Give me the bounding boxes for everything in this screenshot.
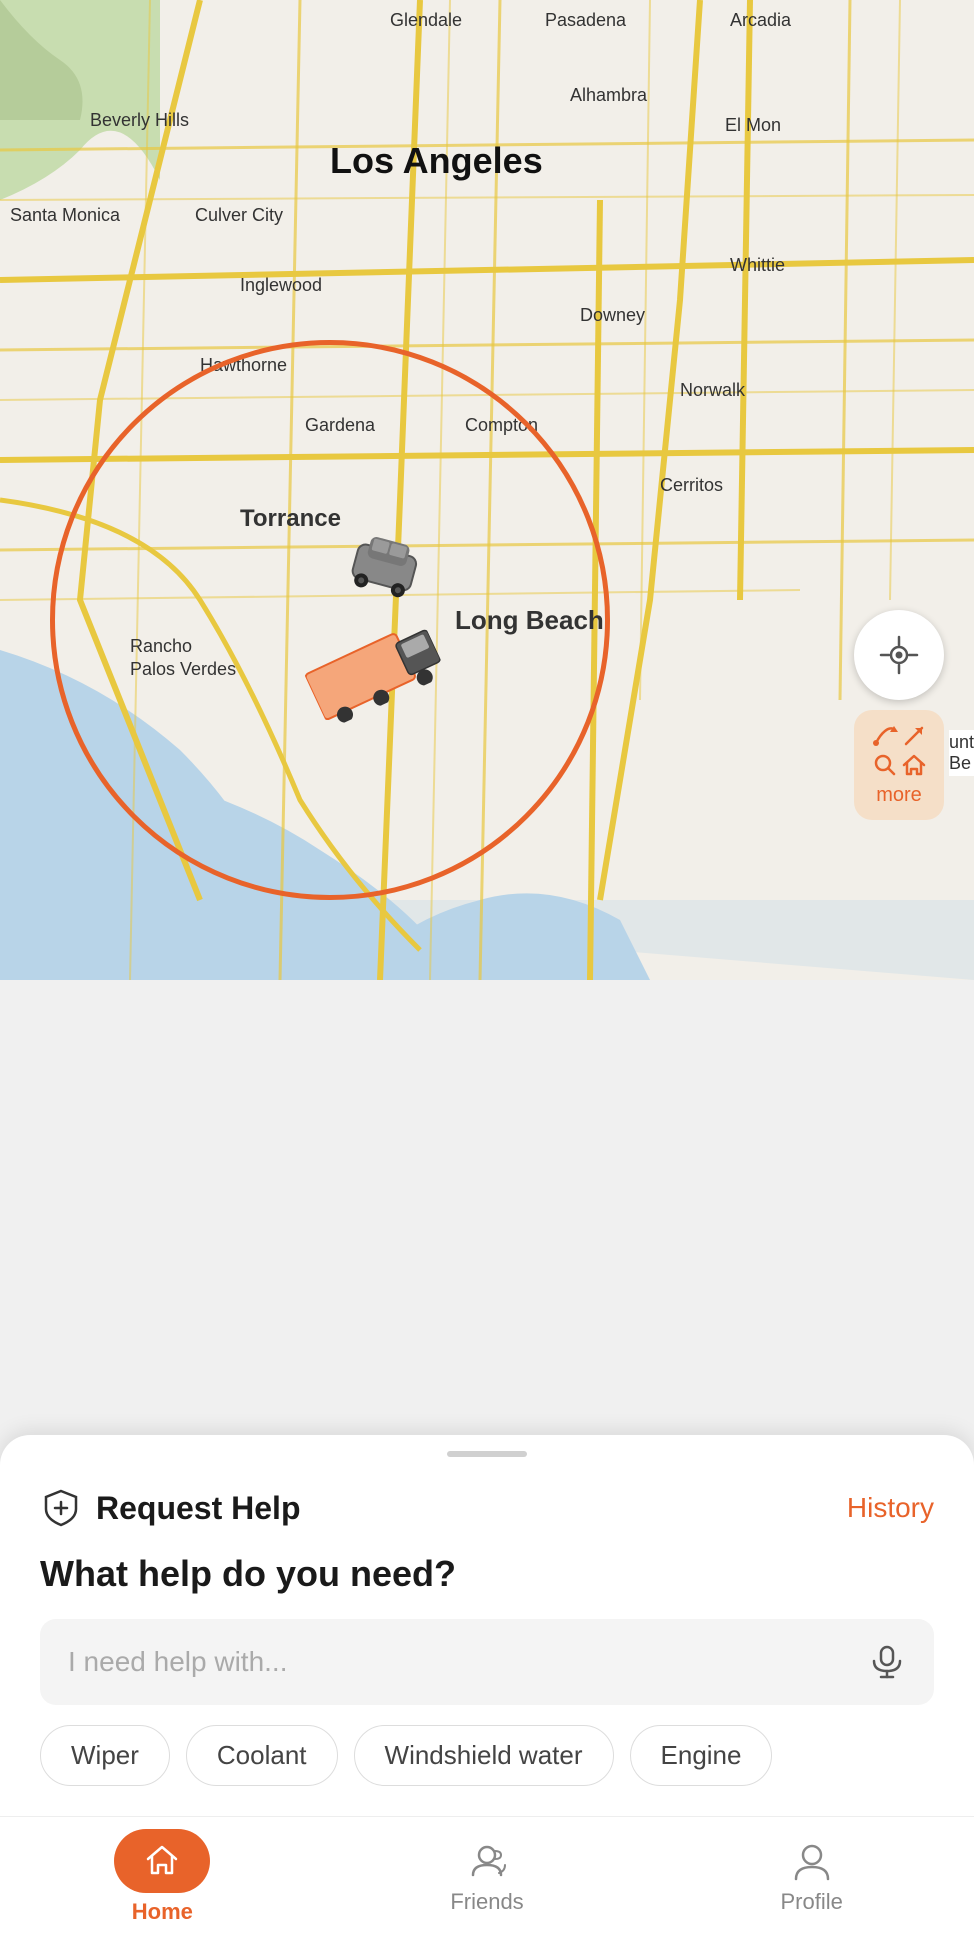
search-box[interactable]: I need help with...: [40, 1619, 934, 1705]
map-container: Glendale Pasadena Arcadia Beverly Hills …: [0, 0, 974, 980]
profile-icon: [790, 1839, 834, 1883]
partial-text: untBe: [949, 730, 974, 776]
home-label: Home: [132, 1899, 193, 1925]
mic-icon[interactable]: [868, 1643, 906, 1681]
tag-engine[interactable]: Engine: [630, 1725, 773, 1786]
tag-windshield-water[interactable]: Windshield water: [354, 1725, 614, 1786]
quick-tags: Wiper Coolant Windshield water Engine: [40, 1725, 934, 1786]
tag-coolant[interactable]: Coolant: [186, 1725, 338, 1786]
location-button[interactable]: [854, 610, 944, 700]
nav-item-home[interactable]: Home: [0, 1829, 325, 1925]
more-button[interactable]: more: [854, 710, 944, 820]
home-icon-bg: [114, 1829, 210, 1893]
home-icon: [144, 1843, 180, 1879]
friends-label: Friends: [450, 1889, 523, 1915]
friends-icon: [465, 1839, 509, 1883]
tag-wiper[interactable]: Wiper: [40, 1725, 170, 1786]
nav-item-friends[interactable]: Friends: [325, 1839, 650, 1915]
more-label: more: [876, 784, 922, 807]
search-placeholder: I need help with...: [68, 1646, 287, 1678]
request-header: Request Help History: [40, 1487, 934, 1529]
help-question: What help do you need?: [40, 1553, 934, 1595]
history-link[interactable]: History: [847, 1492, 934, 1524]
profile-label: Profile: [781, 1889, 843, 1915]
bottom-sheet: Request Help History What help do you ne…: [0, 1435, 974, 1816]
request-title: Request Help: [96, 1490, 300, 1527]
nav-item-profile[interactable]: Profile: [649, 1839, 974, 1915]
shield-icon: [40, 1487, 82, 1529]
more-icons-grid: [872, 723, 927, 778]
sheet-handle: [447, 1451, 527, 1457]
request-title-group: Request Help: [40, 1487, 300, 1529]
bottom-nav: Home Friends Profile: [0, 1816, 974, 1936]
